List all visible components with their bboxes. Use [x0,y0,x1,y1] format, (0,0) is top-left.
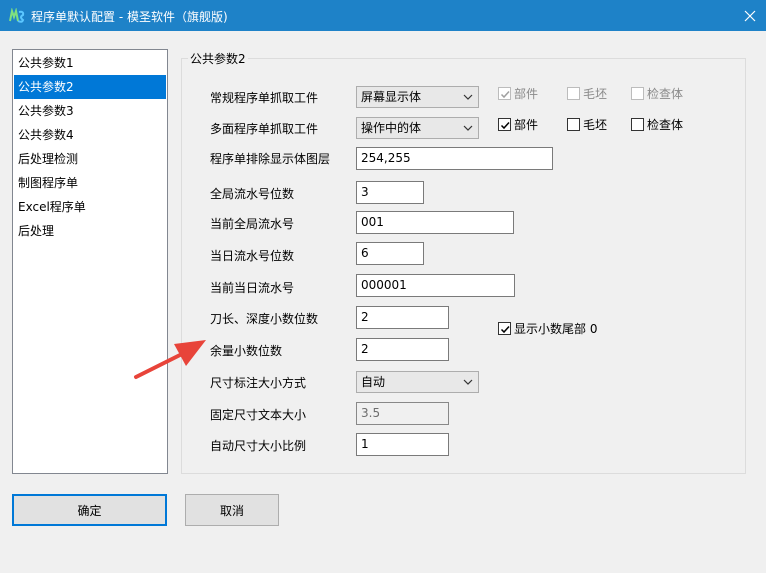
auto-size-ratio-input[interactable]: 1 [356,433,449,456]
close-icon [744,10,755,21]
list-item-public-params-4[interactable]: 公共参数4 [14,123,166,147]
current-global-serial-input[interactable]: 001 [356,211,514,234]
close-button[interactable] [733,0,766,31]
show-trailing-zero-label: 显示小数尾部 0 [514,322,598,336]
regular-grab-label: 常规程序单抓取工件 [210,91,319,105]
multi-check-body-label: 检查体 [647,118,684,132]
tool-decimal-label: 刀长、深度小数位数 [210,312,319,326]
current-daily-serial-input[interactable]: 000001 [356,274,515,297]
category-list[interactable]: 公共参数1 公共参数2 公共参数3 公共参数4 后处理检测 制图程序单 Exce… [12,49,168,474]
current-daily-serial-label: 当前当日流水号 [210,281,295,295]
auto-size-ratio-label: 自动尺寸大小比例 [210,439,307,453]
list-item-public-params-2[interactable]: 公共参数2 [14,75,166,99]
list-item-excel-sheet[interactable]: Excel程序单 [14,195,166,219]
daily-serial-digits-label: 当日流水号位数 [210,249,295,263]
list-item-post-processing[interactable]: 后处理 [14,219,166,243]
list-item-public-params-3[interactable]: 公共参数3 [14,99,166,123]
dim-size-mode-value: 自动 [361,375,386,389]
group-title: 公共参数2 [188,50,248,67]
regular-grab-value: 屏幕显示体 [361,90,422,104]
regular-blank-label: 毛坯 [583,87,608,101]
check-icon [500,90,510,99]
chevron-down-icon [463,94,473,100]
cancel-button[interactable]: 取消 [185,494,279,526]
multi-grab-label: 多面程序单抓取工件 [210,122,319,136]
chevron-down-icon [463,379,473,385]
check-icon [500,121,510,130]
multi-part-label: 部件 [514,118,539,132]
dim-size-mode-select[interactable]: 自动 [356,371,479,393]
global-serial-digits-input[interactable]: 3 [356,181,424,204]
window-title: 程序单默认配置 - 模圣软件（旗舰版) [31,10,228,24]
annotation-arrow-head [174,340,206,366]
list-item-drawing-sheet[interactable]: 制图程序单 [14,171,166,195]
list-item-public-params-1[interactable]: 公共参数1 [14,51,166,75]
current-global-serial-label: 当前全局流水号 [210,217,295,231]
annotation-arrow-icon [134,340,206,379]
dim-size-mode-label: 尺寸标注大小方式 [210,376,307,390]
ok-button[interactable]: 确定 [12,494,167,526]
regular-part-label: 部件 [514,87,539,101]
tool-decimal-input[interactable]: 2 [356,306,449,329]
multi-grab-value: 操作中的体 [361,121,422,135]
multi-grab-select[interactable]: 操作中的体 [356,117,479,139]
daily-serial-digits-input[interactable]: 6 [356,242,424,265]
regular-check-body-label: 检查体 [647,87,684,101]
app-icon [9,8,25,23]
fixed-text-size-label: 固定尺寸文本大小 [210,408,307,422]
fixed-text-size-input[interactable]: 3.5 [356,402,449,425]
stock-decimal-input[interactable]: 2 [356,338,449,361]
multi-blank-label: 毛坯 [583,118,608,132]
exclude-layers-label: 程序单排除显示体图层 [210,152,331,166]
list-item-post-check[interactable]: 后处理检测 [14,147,166,171]
global-serial-digits-label: 全局流水号位数 [210,187,295,201]
exclude-layers-input[interactable]: 254,255 [356,147,553,170]
title-bar: 程序单默认配置 - 模圣软件（旗舰版) [0,0,766,31]
check-icon [500,325,510,334]
regular-grab-select[interactable]: 屏幕显示体 [356,86,479,108]
stock-decimal-label: 余量小数位数 [210,344,283,358]
chevron-down-icon [463,125,473,131]
